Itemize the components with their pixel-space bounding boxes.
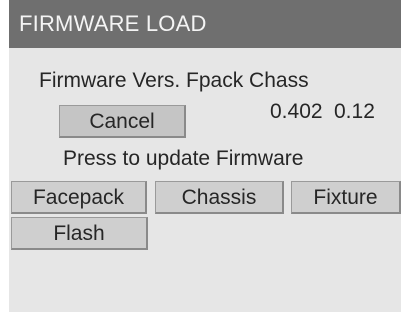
cancel-button[interactable]: Cancel [59,105,186,138]
chassis-button[interactable]: Chassis [155,181,284,214]
fpack-version-value: 0.402 [270,100,323,123]
facepack-button[interactable]: Facepack [11,181,147,214]
title-bar: FIRMWARE LOAD [9,0,401,48]
chass-version-value: 0.12 [334,100,375,123]
update-prompt: Press to update Firmware [63,147,304,170]
firmware-load-screen: FIRMWARE LOAD Firmware Vers. Fpack Chass… [0,0,411,318]
page-title: FIRMWARE LOAD [19,11,207,36]
firmware-version-heading: Firmware Vers. Fpack Chass [39,69,309,92]
flash-button[interactable]: Flash [11,217,148,250]
fixture-button[interactable]: Fixture [291,181,401,214]
